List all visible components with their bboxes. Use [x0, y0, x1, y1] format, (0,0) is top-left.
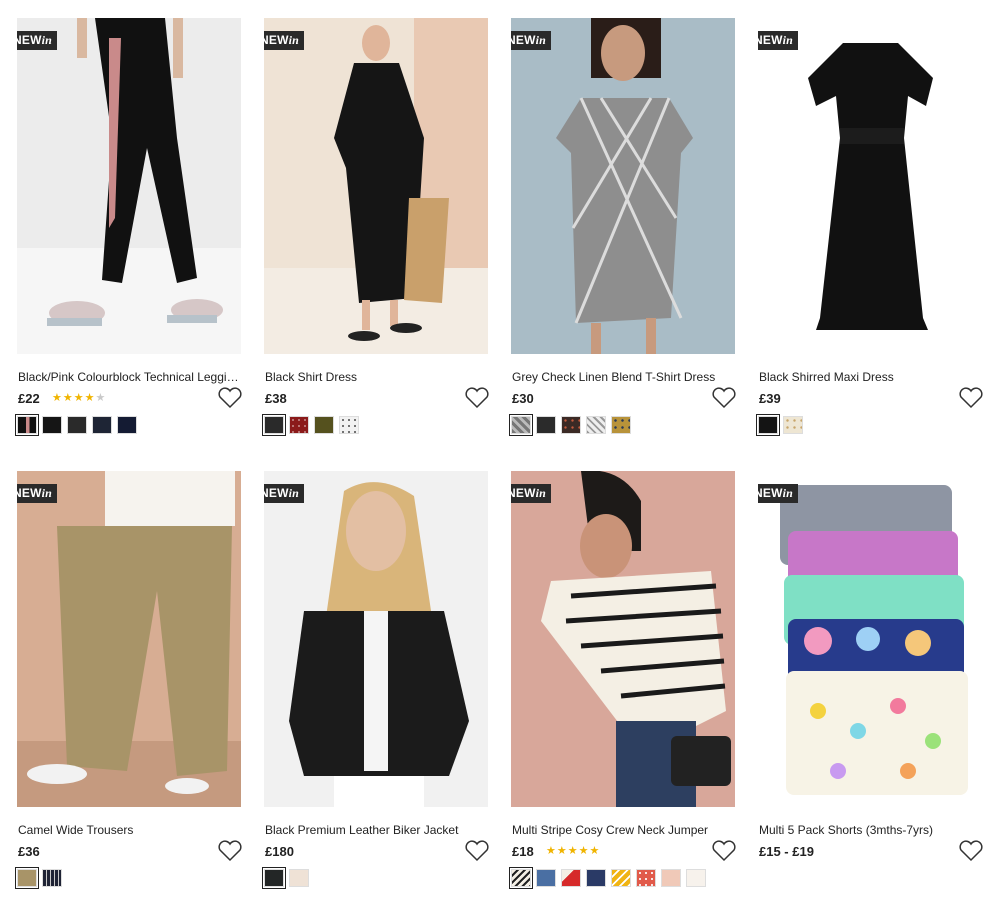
- new-in-badge: NEWin: [17, 31, 58, 50]
- rating-stars: ★★★★★: [546, 845, 601, 857]
- trousers-image: [17, 471, 241, 807]
- product-price: £22: [18, 391, 40, 406]
- product-card[interactable]: NEWin Camel Wide Trousers £36: [15, 471, 242, 889]
- colour-swatch[interactable]: [509, 867, 533, 889]
- colour-swatch[interactable]: [661, 869, 681, 887]
- colour-swatch[interactable]: [783, 416, 803, 434]
- product-title[interactable]: Grey Check Linen Blend T-Shirt Dress: [512, 370, 736, 384]
- product-card[interactable]: NEWin Multi Stripe Cosy Crew Neck Jumper…: [509, 471, 736, 889]
- colour-swatch[interactable]: [561, 869, 581, 887]
- new-in-badge: NEWin: [758, 31, 799, 50]
- jumper-image: [511, 471, 735, 807]
- colour-swatch[interactable]: [42, 416, 62, 434]
- new-in-badge: NEWin: [511, 31, 552, 50]
- colour-swatch[interactable]: [586, 416, 606, 434]
- colour-swatches: [15, 867, 62, 889]
- new-in-badge: NEWin: [511, 484, 552, 503]
- colour-swatch[interactable]: [289, 416, 309, 434]
- rating-stars: ★★★★★: [52, 392, 107, 404]
- product-title[interactable]: Camel Wide Trousers: [18, 823, 242, 837]
- heart-icon[interactable]: [958, 387, 984, 409]
- new-in-badge: NEWin: [264, 31, 305, 50]
- product-image[interactable]: NEWin: [264, 471, 488, 807]
- heart-icon[interactable]: [217, 387, 243, 409]
- colour-swatch[interactable]: [262, 414, 286, 436]
- product-card[interactable]: NEWin Multi 5 Pack Shorts (3mths-7yrs) £…: [758, 471, 983, 862]
- product-image[interactable]: NEWin: [17, 18, 241, 354]
- colour-swatches: [262, 414, 359, 436]
- heart-icon[interactable]: [711, 387, 737, 409]
- product-image[interactable]: NEWin: [511, 18, 735, 354]
- colour-swatch[interactable]: [561, 416, 581, 434]
- product-title[interactable]: Black Premium Leather Biker Jacket: [265, 823, 489, 837]
- product-title[interactable]: Black Shirred Maxi Dress: [759, 370, 983, 384]
- product-card[interactable]: NEWin Grey Check Linen Blend T-Shirt Dre…: [509, 18, 736, 436]
- leggings-image: [17, 18, 241, 354]
- colour-swatch[interactable]: [117, 416, 137, 434]
- new-in-badge: NEWin: [758, 484, 799, 503]
- colour-swatch[interactable]: [536, 869, 556, 887]
- new-in-badge: NEWin: [17, 484, 58, 503]
- product-image[interactable]: NEWin: [758, 471, 982, 807]
- product-card[interactable]: NEWin Black Shirred Maxi Dress £39: [756, 18, 983, 436]
- product-image[interactable]: NEWin: [758, 18, 982, 354]
- product-title[interactable]: Black Shirt Dress: [265, 370, 489, 384]
- new-in-badge: NEWin: [264, 484, 305, 503]
- product-price: £38: [265, 391, 287, 406]
- colour-swatch[interactable]: [262, 867, 286, 889]
- colour-swatch[interactable]: [289, 869, 309, 887]
- product-image[interactable]: NEWin: [264, 18, 488, 354]
- product-price: £18: [512, 844, 534, 859]
- colour-swatch[interactable]: [509, 414, 533, 436]
- product-price: £36: [18, 844, 40, 859]
- colour-swatch[interactable]: [42, 869, 62, 887]
- colour-swatch[interactable]: [314, 416, 334, 434]
- colour-swatches: [509, 414, 631, 436]
- heart-icon[interactable]: [958, 840, 984, 862]
- colour-swatch[interactable]: [15, 414, 39, 436]
- product-card[interactable]: NEWin Black Shirt Dress £38: [262, 18, 489, 436]
- colour-swatch[interactable]: [756, 414, 780, 436]
- colour-swatches: [509, 867, 706, 889]
- product-image[interactable]: NEWin: [511, 471, 735, 807]
- product-price: £15 - £19: [759, 844, 814, 859]
- product-title[interactable]: Multi Stripe Cosy Crew Neck Jumper: [512, 823, 736, 837]
- colour-swatch[interactable]: [611, 869, 631, 887]
- colour-swatch[interactable]: [15, 867, 39, 889]
- heart-icon[interactable]: [711, 840, 737, 862]
- product-title[interactable]: Black/Pink Colourblock Technical Legging…: [18, 370, 242, 384]
- maxi-dress-image: [758, 18, 982, 354]
- product-card[interactable]: NEWin Black Premium Leather Biker Jacket…: [262, 471, 489, 889]
- heart-icon[interactable]: [464, 840, 490, 862]
- product-price: £30: [512, 391, 534, 406]
- colour-swatches: [756, 414, 803, 436]
- colour-swatch[interactable]: [636, 869, 656, 887]
- product-card[interactable]: NEWin Black/Pink Colourblock Technical L…: [15, 18, 242, 436]
- colour-swatch[interactable]: [586, 869, 606, 887]
- heart-icon[interactable]: [464, 387, 490, 409]
- shorts-image: [758, 471, 982, 807]
- colour-swatch[interactable]: [339, 416, 359, 434]
- product-price: £180: [265, 844, 294, 859]
- colour-swatches: [262, 867, 309, 889]
- biker-jacket-image: [264, 471, 488, 807]
- shirt-dress-image: [264, 18, 488, 354]
- product-image[interactable]: NEWin: [17, 471, 241, 807]
- colour-swatch[interactable]: [536, 416, 556, 434]
- colour-swatch[interactable]: [92, 416, 112, 434]
- check-dress-image: [511, 18, 735, 354]
- colour-swatch[interactable]: [67, 416, 87, 434]
- product-title[interactable]: Multi 5 Pack Shorts (3mths-7yrs): [759, 823, 983, 837]
- colour-swatch[interactable]: [611, 416, 631, 434]
- heart-icon[interactable]: [217, 840, 243, 862]
- product-price: £39: [759, 391, 781, 406]
- colour-swatch[interactable]: [686, 869, 706, 887]
- colour-swatches: [15, 414, 137, 436]
